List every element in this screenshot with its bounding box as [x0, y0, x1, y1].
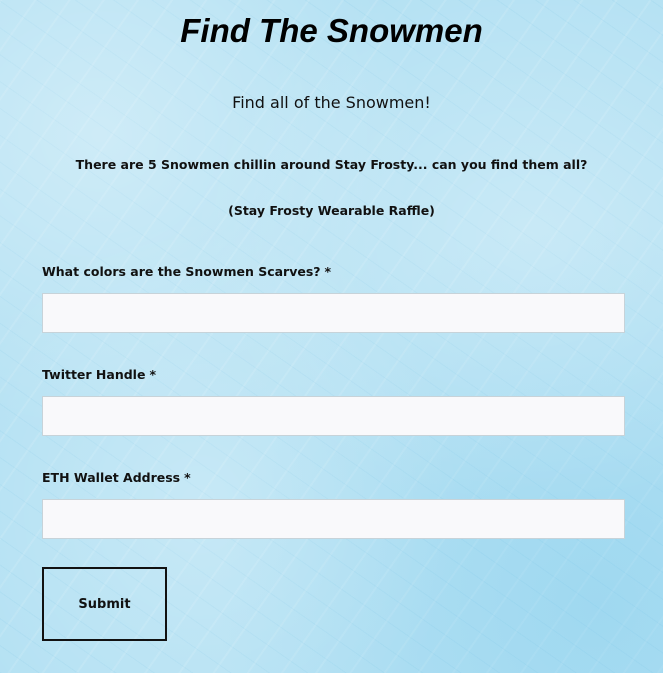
required-marker: *	[184, 470, 191, 485]
submit-button[interactable]: Submit	[42, 567, 167, 641]
eth-wallet-label-text: ETH Wallet Address	[42, 470, 181, 485]
twitter-handle-label-text: Twitter Handle	[42, 367, 146, 382]
twitter-handle-label: Twitter Handle *	[42, 367, 156, 382]
twitter-handle-input[interactable]	[42, 396, 625, 436]
scarf-colors-label-text: What colors are the Snowmen Scarves?	[42, 264, 321, 279]
scarf-colors-input[interactable]	[42, 293, 625, 333]
form-title: Find The Snowmen	[180, 12, 483, 49]
eth-wallet-label: ETH Wallet Address *	[42, 470, 191, 485]
form-note: (Stay Frosty Wearable Raffle)	[228, 203, 435, 218]
required-marker: *	[324, 264, 332, 279]
eth-wallet-input[interactable]	[42, 499, 625, 539]
scarf-colors-label: What colors are the Snowmen Scarves? *	[42, 264, 331, 279]
form-subtitle: Find all of the Snowmen!	[232, 93, 431, 112]
required-marker: *	[149, 367, 156, 382]
form-description: There are 5 Snowmen chillin around Stay …	[75, 157, 588, 172]
